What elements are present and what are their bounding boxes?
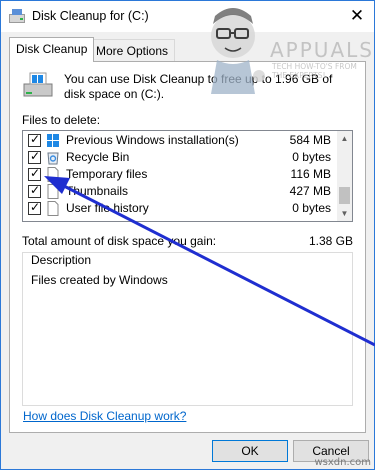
description-group: Description Files created by Windows <box>22 252 353 406</box>
windows-logo-icon <box>47 134 59 147</box>
list-item-previous-windows[interactable]: ✓ Previous Windows installation(s) 584 M… <box>23 132 339 149</box>
list-item-user-file-history[interactable]: ✓ User file history 0 bytes <box>23 200 339 217</box>
description-legend: Description <box>29 253 94 267</box>
file-name: Temporary files <box>66 167 148 181</box>
file-size: 0 bytes <box>292 150 331 164</box>
file-size: 0 bytes <box>292 201 331 215</box>
checkmark-icon: ✓ <box>30 183 41 197</box>
checkbox[interactable]: ✓ <box>28 200 41 215</box>
checkbox[interactable]: ✓ <box>28 149 41 164</box>
checkbox[interactable]: ✓ <box>28 132 41 147</box>
file-size: 116 MB <box>290 167 331 181</box>
document-icon <box>47 201 59 216</box>
scroll-down-icon[interactable]: ▼ <box>337 206 352 221</box>
appuals-tagline: TECH HOW-TO'S FROM THE EXPERTS! <box>272 62 357 80</box>
checkmark-icon: ✓ <box>30 149 41 163</box>
file-name: Recycle Bin <box>66 150 130 164</box>
scroll-up-icon[interactable]: ▲ <box>337 131 352 146</box>
file-size: 427 MB <box>289 184 331 198</box>
list-scrollbar[interactable]: ▲ ▼ <box>337 131 352 221</box>
file-name: User file history <box>66 201 149 215</box>
tab-label: Disk Cleanup <box>16 42 88 56</box>
tab-more-options[interactable]: More Options <box>89 39 176 61</box>
files-to-delete-label: Files to delete: <box>22 113 101 127</box>
appuals-logo-text: APPUALS <box>270 38 374 62</box>
checkmark-icon: ✓ <box>30 200 41 214</box>
total-space-value: 1.38 GB <box>308 234 353 248</box>
list-item-recycle-bin[interactable]: ✓ Recycle Bin 0 bytes <box>23 149 339 166</box>
total-space-label: Total amount of disk space you gain: <box>22 234 217 248</box>
list-item-temporary-files[interactable]: ✓ Temporary files 116 MB <box>23 166 339 183</box>
help-link[interactable]: How does Disk Cleanup work? <box>23 409 186 423</box>
scroll-thumb[interactable] <box>339 187 350 204</box>
file-size: 584 MB <box>289 133 331 147</box>
watermark-text: wsxdn.com <box>314 457 371 468</box>
ok-button[interactable]: OK <box>212 440 288 462</box>
disk-cleanup-app-icon <box>9 9 25 23</box>
document-icon <box>47 184 59 199</box>
disk-cleanup-panel: You can use Disk Cleanup to free up to 1… <box>9 61 366 433</box>
checkbox[interactable]: ✓ <box>28 166 41 181</box>
checkbox[interactable]: ✓ <box>28 183 41 198</box>
window-title: Disk Cleanup for (C:) <box>32 9 149 23</box>
files-to-delete-list[interactable]: ✓ Previous Windows installation(s) 584 M… <box>22 130 353 222</box>
list-item-thumbnails[interactable]: ✓ Thumbnails 427 MB <box>23 183 339 200</box>
document-icon <box>47 167 59 182</box>
checkmark-icon: ✓ <box>30 166 41 180</box>
drive-icon <box>23 72 53 97</box>
tab-disk-cleanup[interactable]: Disk Cleanup <box>9 37 95 62</box>
checkmark-icon: ✓ <box>30 132 41 146</box>
file-name: Previous Windows installation(s) <box>66 133 239 147</box>
description-text: Files created by Windows <box>31 273 168 287</box>
tab-label: More Options <box>96 44 169 58</box>
recycle-bin-icon <box>47 152 59 165</box>
file-name: Thumbnails <box>66 184 129 198</box>
